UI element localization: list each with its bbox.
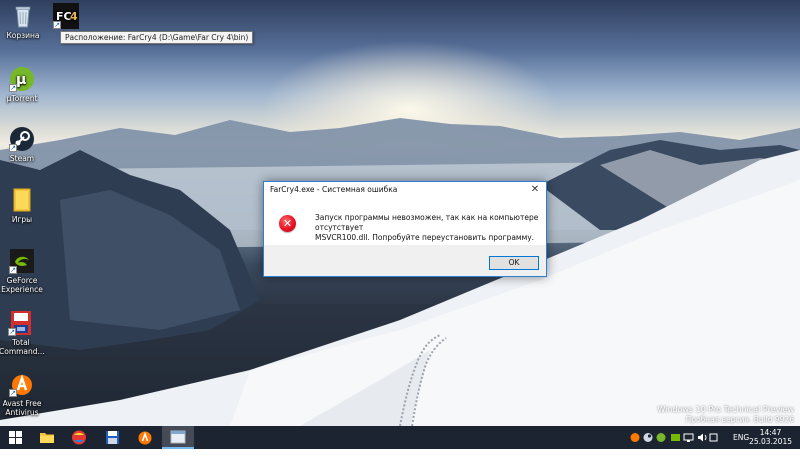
farcry4-icon: FC 4 ↗ [53, 3, 79, 29]
desktop-icon-geforce[interactable]: ↗ GeForce Experience [0, 248, 44, 294]
desktop-icon-label: Игры [11, 215, 33, 224]
desktop-icon-label: µTorrent [6, 94, 38, 103]
desktop-icon-games-folder[interactable]: Игры [0, 187, 44, 224]
svg-text:µ: µ [16, 72, 26, 88]
total-commander-icon: ↗ [8, 310, 34, 336]
nvidia-tray-icon [671, 434, 680, 441]
geforce-icon: ↗ [9, 248, 35, 274]
taskbar: ENG 14:47 25.03.2015 [0, 426, 800, 449]
dialog-message: Запуск программы невозможен, так как на … [315, 213, 541, 243]
watermark-line-2: Пробная версия. Build 9926 [685, 415, 794, 424]
action-center-icon [709, 433, 718, 442]
network-icon [683, 433, 694, 442]
svg-text:4: 4 [70, 10, 78, 23]
shortcut-arrow-icon: ↗ [9, 84, 17, 92]
shortcut-arrow-icon: ↗ [9, 144, 17, 152]
desktop-icon-label: Avast Free Antivirus [2, 399, 42, 417]
shortcut-arrow-icon: ↗ [9, 389, 17, 397]
avast-tray-icon [630, 433, 640, 442]
error-icon: ✕ [279, 215, 296, 232]
steam-tray-icon [643, 433, 653, 442]
start-button[interactable] [0, 426, 32, 449]
taskbar-file-explorer[interactable] [31, 426, 63, 449]
shortcut-arrow-icon: ↗ [9, 266, 17, 274]
system-error-dialog: FarCry4.exe - Системная ошибка ✕ ✕ Запус… [263, 181, 547, 277]
shortcut-arrow-icon: ↗ [8, 328, 16, 336]
recycle-bin-icon [10, 3, 36, 29]
desktop-icon-label: GeForce Experience [1, 276, 43, 294]
desktop-icon-label: Корзина [6, 31, 40, 40]
taskbar-farcry4[interactable] [162, 426, 194, 449]
ok-button[interactable]: OK [489, 256, 539, 270]
clock-time: 14:47 [759, 428, 782, 437]
watermark-line-1: Windows 10 Pro Technical Preview [657, 405, 794, 414]
file-explorer-icon [40, 433, 54, 443]
taskbar-clock[interactable]: 14:47 25.03.2015 [749, 428, 792, 446]
floppy-icon [106, 431, 119, 444]
close-icon[interactable]: ✕ [528, 183, 542, 196]
dialog-message-line-1: Запуск программы невозможен, так как на … [315, 213, 539, 232]
avast-taskbar-icon [138, 431, 152, 445]
folder-icon [9, 187, 35, 213]
clock-date: 25.03.2015 [749, 437, 792, 446]
dialog-body: ✕ Запуск программы невозможен, так как н… [264, 198, 546, 244]
avast-icon: ↗ [9, 371, 35, 397]
desktop-icon-total-commander[interactable]: ↗ Total Command... [0, 310, 45, 356]
dialog-message-line-2: MSVCR100.dll. Попробуйте переустановить … [315, 233, 535, 242]
taskbar-utorrent[interactable] [63, 426, 95, 449]
windows-watermark: Windows 10 Pro Technical Preview Пробная… [657, 405, 794, 425]
input-language[interactable]: ENG [733, 426, 749, 449]
desktop-icon-steam[interactable]: ↗ Steam [0, 126, 44, 163]
shortcut-arrow-icon: ↗ [53, 21, 61, 29]
dialog-titlebar[interactable]: FarCry4.exe - Системная ошибка ✕ [264, 182, 546, 198]
application-window-icon [170, 430, 186, 444]
volume-icon [698, 433, 707, 442]
utorrent-tray-icon [656, 433, 666, 442]
taskbar-avast[interactable] [129, 426, 161, 449]
desktop-icon-recycle-bin[interactable]: Корзина [1, 3, 45, 40]
desktop-icon-avast[interactable]: ↗ Avast Free Antivirus [0, 371, 44, 417]
windows-logo-icon [9, 431, 22, 444]
utorrent-taskbar-icon [72, 430, 86, 445]
desktop-icon-utorrent[interactable]: µ ↗ µTorrent [0, 66, 44, 103]
steam-icon: ↗ [9, 126, 35, 152]
desktop-icon-label: Steam [9, 154, 35, 163]
dialog-footer: OK [264, 245, 546, 276]
system-tray [628, 426, 718, 449]
taskbar-total-commander[interactable] [96, 426, 128, 449]
dialog-title: FarCry4.exe - Системная ошибка [270, 185, 398, 194]
desktop-icon-label: Total Command... [0, 338, 45, 356]
shortcut-location-tooltip: Расположение: FarCry4 (D:\Game\Far Cry 4… [60, 31, 254, 44]
utorrent-icon: µ ↗ [9, 66, 35, 92]
